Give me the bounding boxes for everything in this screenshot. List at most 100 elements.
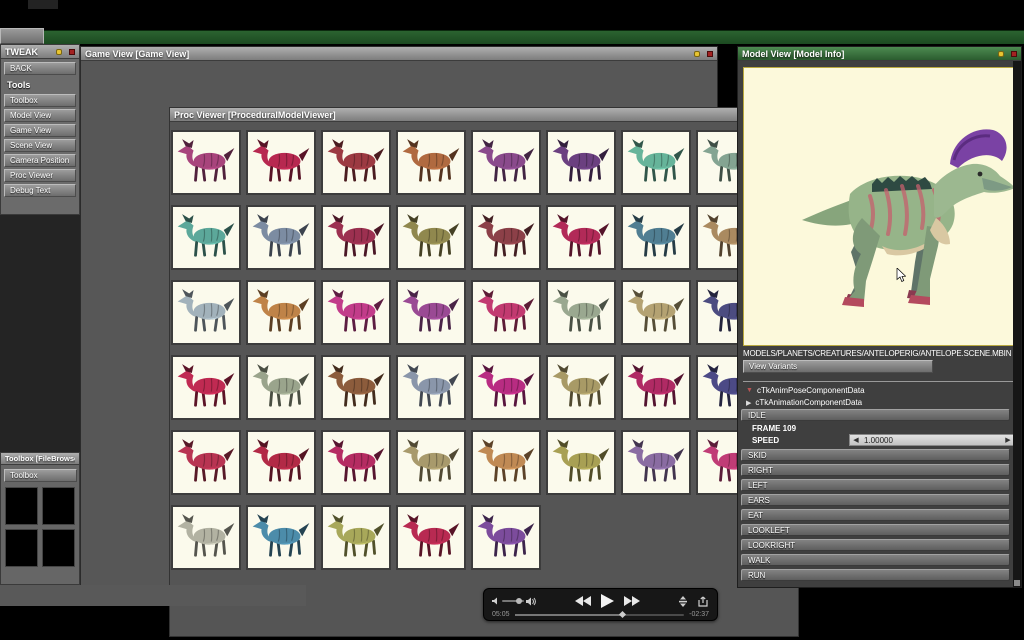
proc-viewer-titlebar[interactable]: Proc Viewer [ProceduralModelViewer] bbox=[170, 108, 798, 122]
file-slot[interactable] bbox=[42, 529, 75, 567]
seek-knob[interactable] bbox=[618, 610, 626, 618]
creature-card[interactable] bbox=[246, 355, 316, 420]
view-variants-button[interactable]: View Variants bbox=[743, 360, 933, 373]
corner-tab[interactable] bbox=[0, 28, 44, 44]
back-button[interactable]: BACK bbox=[4, 62, 76, 75]
component-label: cTkAnimationComponentData bbox=[755, 398, 863, 407]
creature-card[interactable] bbox=[546, 130, 616, 195]
creature-card[interactable] bbox=[621, 280, 691, 345]
file-slot[interactable] bbox=[5, 529, 38, 567]
collapse-triangle-icon[interactable]: ▼ bbox=[746, 387, 753, 394]
creature-card[interactable] bbox=[546, 280, 616, 345]
volume-mute-icon[interactable] bbox=[492, 597, 500, 605]
volume-slider[interactable] bbox=[502, 598, 524, 604]
anim-button-walk[interactable]: WALK bbox=[741, 554, 1010, 566]
anim-button-right[interactable]: RIGHT bbox=[741, 464, 1010, 476]
scrollbar-track[interactable] bbox=[1013, 61, 1021, 587]
creature-card[interactable] bbox=[621, 355, 691, 420]
creature-card[interactable] bbox=[321, 130, 391, 195]
creature-card[interactable] bbox=[471, 505, 541, 570]
tweak-button-toolbox[interactable]: Toolbox bbox=[4, 94, 76, 107]
creature-card[interactable] bbox=[396, 130, 466, 195]
creature-card[interactable] bbox=[246, 205, 316, 270]
creature-card[interactable] bbox=[171, 280, 241, 345]
creature-card[interactable] bbox=[546, 205, 616, 270]
creature-card[interactable] bbox=[321, 505, 391, 570]
creature-card[interactable] bbox=[171, 355, 241, 420]
creature-card[interactable] bbox=[471, 130, 541, 195]
anim-button-lookleft[interactable]: LOOKLEFT bbox=[741, 524, 1010, 536]
creature-thumbnail bbox=[325, 211, 387, 265]
detach-icon[interactable] bbox=[678, 595, 688, 607]
resize-grip[interactable] bbox=[1014, 580, 1020, 586]
creature-card[interactable] bbox=[546, 355, 616, 420]
creature-card[interactable] bbox=[171, 505, 241, 570]
creature-card[interactable] bbox=[171, 130, 241, 195]
tweak-button-game-view[interactable]: Game View bbox=[4, 124, 76, 137]
creature-card[interactable] bbox=[321, 205, 391, 270]
creature-card[interactable] bbox=[246, 505, 316, 570]
creature-card[interactable] bbox=[396, 430, 466, 495]
creature-card[interactable] bbox=[546, 430, 616, 495]
tweak-button-debug-text[interactable]: Debug Text bbox=[4, 184, 76, 197]
tweak-titlebar[interactable]: TWEAK bbox=[1, 45, 79, 59]
spinner-decrement-icon[interactable]: ◀ bbox=[850, 436, 862, 444]
anim-button-run[interactable]: RUN bbox=[741, 569, 1010, 581]
fast-forward-button[interactable] bbox=[624, 596, 640, 606]
file-slot[interactable] bbox=[42, 487, 75, 525]
game-view-titlebar[interactable]: Game View [Game View] bbox=[81, 47, 717, 61]
tweak-button-camera-position[interactable]: Camera Position bbox=[4, 154, 76, 167]
tweak-button-proc-viewer[interactable]: Proc Viewer bbox=[4, 169, 76, 182]
toolbox-titlebar[interactable]: Toolbox [FileBrowser] bbox=[1, 453, 79, 465]
creature-card[interactable] bbox=[621, 205, 691, 270]
anim-button-lookright[interactable]: LOOKRIGHT bbox=[741, 539, 1010, 551]
creature-card[interactable] bbox=[321, 355, 391, 420]
file-slot[interactable] bbox=[5, 487, 38, 525]
close-icon[interactable] bbox=[69, 49, 75, 55]
minimize-icon[interactable] bbox=[694, 51, 700, 57]
close-icon[interactable] bbox=[707, 51, 713, 57]
toolbox-button[interactable]: Toolbox bbox=[4, 469, 77, 482]
creature-card[interactable] bbox=[621, 130, 691, 195]
creature-card[interactable] bbox=[396, 280, 466, 345]
creature-card[interactable] bbox=[471, 430, 541, 495]
rewind-button[interactable] bbox=[575, 596, 591, 606]
model-viewport[interactable] bbox=[743, 67, 1016, 346]
speed-spinner[interactable]: ◀ 1.00000 ▶ bbox=[849, 434, 1015, 446]
volume-max-icon[interactable] bbox=[526, 597, 537, 606]
share-icon[interactable] bbox=[698, 596, 709, 607]
elapsed-time: 05:05 bbox=[492, 611, 510, 618]
anim-button-eat[interactable]: EAT bbox=[741, 509, 1010, 521]
creature-card[interactable] bbox=[246, 430, 316, 495]
creature-card[interactable] bbox=[471, 355, 541, 420]
creature-card[interactable] bbox=[396, 205, 466, 270]
creature-card[interactable] bbox=[471, 280, 541, 345]
creature-card[interactable] bbox=[396, 355, 466, 420]
window-buttons bbox=[694, 51, 713, 57]
play-button[interactable] bbox=[601, 594, 614, 608]
creature-card[interactable] bbox=[246, 130, 316, 195]
component-row-animpose[interactable]: ▼ cTkAnimPoseComponentData bbox=[746, 386, 1006, 395]
creature-card[interactable] bbox=[471, 205, 541, 270]
minimize-icon[interactable] bbox=[998, 51, 1004, 57]
volume-knob[interactable] bbox=[516, 598, 522, 604]
creature-card[interactable] bbox=[321, 430, 391, 495]
creature-card[interactable] bbox=[171, 430, 241, 495]
anim-button-idle[interactable]: IDLE bbox=[741, 409, 1010, 421]
tweak-button-model-view[interactable]: Model View bbox=[4, 109, 76, 122]
anim-button-skid[interactable]: SKID bbox=[741, 449, 1010, 461]
creature-card[interactable] bbox=[321, 280, 391, 345]
creature-card[interactable] bbox=[246, 280, 316, 345]
seek-bar[interactable] bbox=[514, 610, 685, 618]
component-row-animation[interactable]: ▶ cTkAnimationComponentData bbox=[746, 398, 1006, 407]
expand-triangle-icon[interactable]: ▶ bbox=[746, 399, 751, 407]
model-view-titlebar[interactable]: Model View [Model Info] bbox=[738, 47, 1021, 61]
close-icon[interactable] bbox=[1011, 51, 1017, 57]
tweak-button-scene-view[interactable]: Scene View bbox=[4, 139, 76, 152]
creature-card[interactable] bbox=[171, 205, 241, 270]
anim-button-ears[interactable]: EARS bbox=[741, 494, 1010, 506]
creature-card[interactable] bbox=[396, 505, 466, 570]
anim-button-left[interactable]: LEFT bbox=[741, 479, 1010, 491]
minimize-icon[interactable] bbox=[56, 49, 62, 55]
creature-card[interactable] bbox=[621, 430, 691, 495]
